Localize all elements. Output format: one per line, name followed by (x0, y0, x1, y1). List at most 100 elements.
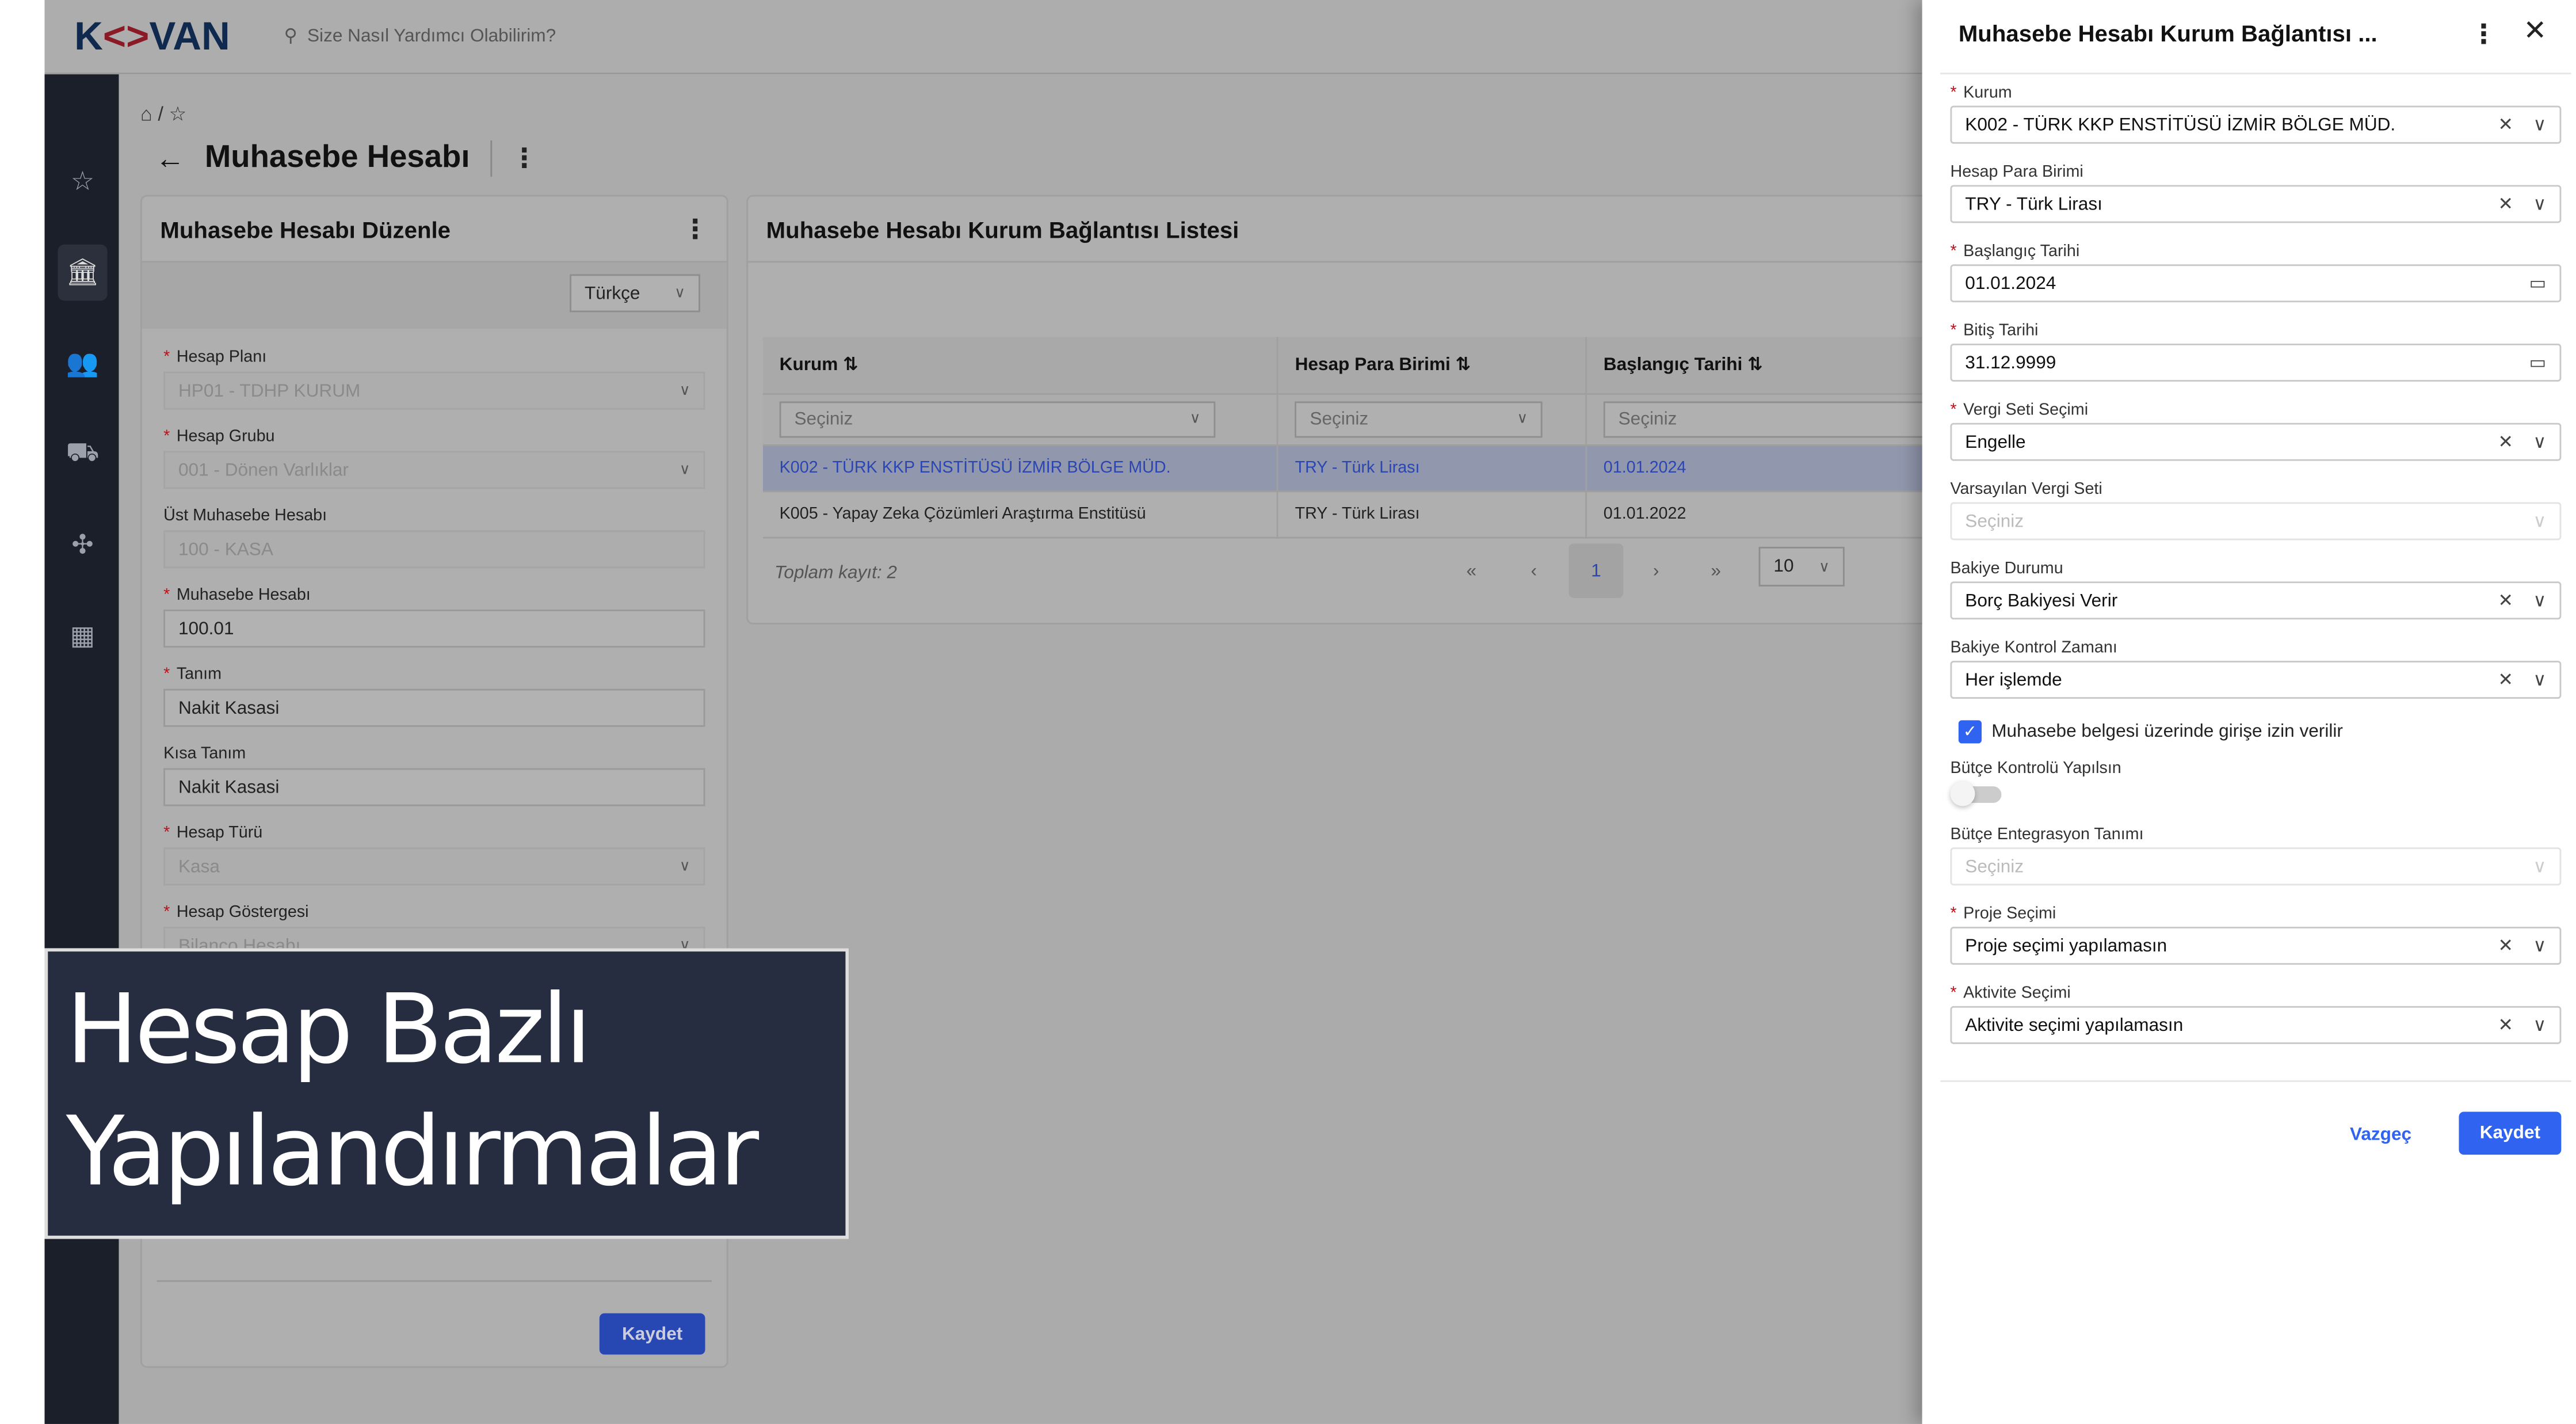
more-options-icon[interactable]: ⋮ (2471, 18, 2497, 51)
field-ust-muhasebe-hesab: Üst Muhasebe Hesabı 100 - KASA (163, 507, 705, 569)
truck-icon[interactable]: ⛟ (58, 426, 107, 482)
close-icon[interactable]: ✕ (2523, 15, 2547, 48)
field-label: Üst Muhasebe Hesabı (163, 507, 327, 526)
star-icon[interactable]: ☆ (169, 102, 187, 125)
cancel-button[interactable]: Vazgeç (2350, 1125, 2411, 1144)
table-row[interactable]: K002 - TÜRK KKP ENSTİTÜSÜ İZMİR BÖLGE MÜ… (762, 444, 1952, 492)
clear-icon[interactable]: ✕ (2498, 114, 2513, 135)
required-marker: * (1950, 242, 1957, 261)
save-button[interactable]: Kaydet (2459, 1111, 2562, 1155)
puzzle-icon[interactable]: ✣ (58, 517, 107, 573)
select-kurum[interactable]: K002 - TÜRK KKP ENSTİTÜSÜ İZMİR BÖLGE MÜ… (1950, 105, 2562, 144)
chevron-down-icon[interactable]: ∨ (2533, 431, 2546, 452)
input-ksa-tanm[interactable]: Nakit Kasasi (163, 768, 705, 806)
field-butce-entegrasyon-tanm: Bütçe Entegrasyon Tanımı Seçiniz ∨ (1950, 826, 2562, 886)
sort-icon[interactable]: ⇅ (1747, 356, 1762, 375)
select-bakiye-durumu[interactable]: Borç Bakiyesi Verir ✕ ∨ (1950, 581, 2562, 620)
clear-icon[interactable]: ✕ (2498, 669, 2513, 690)
allow-entry-checkbox[interactable]: ✓ Muhasebe belgesi üzerinde girişe izin … (1958, 720, 2343, 744)
select-hesap-para-birimi[interactable]: TRY - Türk Lirası ✕ ∨ (1950, 185, 2562, 223)
favorites-star-icon[interactable]: ☆ (58, 154, 107, 210)
first-page-icon[interactable]: « (1467, 562, 1477, 581)
cell-start-date[interactable]: 01.01.2022 (1586, 490, 1952, 538)
cell-kurum[interactable]: K002 - TÜRK KKP ENSTİTÜSÜ İZMİR BÖLGE MÜ… (762, 444, 1279, 492)
chevron-down-icon[interactable]: ∨ (2533, 114, 2546, 135)
home-icon[interactable]: ⌂ (140, 102, 152, 125)
select-butce-entegrasyon-tanm[interactable]: Seçiniz ∨ (1950, 847, 2562, 886)
required-marker: * (163, 824, 170, 843)
chevron-down-icon[interactable]: ∨ (2533, 935, 2546, 956)
select-aktivite-secimi[interactable]: Aktivite seçimi yapılamasın ✕ ∨ (1950, 1006, 2562, 1044)
back-arrow-icon[interactable]: ← (155, 141, 185, 176)
save-button[interactable]: Kaydet (599, 1313, 705, 1355)
clear-icon[interactable]: ✕ (2498, 431, 2513, 452)
clear-icon[interactable]: ✕ (2498, 590, 2513, 611)
sort-icon[interactable]: ⇅ (1456, 356, 1471, 375)
search-input[interactable]: Size Nasıl Yardımcı Olabilirim? (307, 25, 556, 45)
input-tanm[interactable]: Nakit Kasasi (163, 688, 705, 727)
chevron-down-icon: ∨ (1517, 409, 1528, 427)
start-date-filter[interactable]: Seçiniz (1603, 400, 1934, 437)
select-proje-secimi[interactable]: Proje seçimi yapılamasın ✕ ∨ (1950, 927, 2562, 965)
cell-currency[interactable]: TRY - Türk Lirası (1277, 444, 1587, 492)
column-header-kurum[interactable]: Kurum ⇅ (762, 337, 1279, 394)
calendar-icon[interactable]: ▭ (2529, 352, 2547, 373)
next-page-icon[interactable]: › (1653, 562, 1659, 581)
field-label: * Kurum (1950, 84, 2012, 102)
checkbox-label: Muhasebe belgesi üzerinde girişe izin ve… (1991, 722, 2343, 742)
kovan-logo[interactable]: K<>VAN (74, 15, 230, 61)
apps-grid-icon[interactable]: ▦ (58, 608, 107, 664)
clear-icon[interactable]: ✕ (2498, 193, 2513, 215)
more-options-icon[interactable]: ⋮ (682, 212, 708, 245)
kurum-filter-select[interactable]: Seçiniz ∨ (779, 400, 1216, 437)
column-header-currency[interactable]: Hesap Para Birimi ⇅ (1277, 337, 1587, 394)
chevron-down-icon[interactable]: ∨ (2533, 590, 2546, 611)
field-tanm: * Tanım Nakit Kasasi (163, 666, 705, 727)
chevron-down-icon[interactable]: ∨ (2533, 856, 2546, 877)
institution-link-table: Kurum ⇅ Hesap Para Birimi ⇅ Başlangıç Ta… (762, 337, 1952, 538)
cell-currency[interactable]: TRY - Türk Lirası (1277, 490, 1587, 538)
calendar-icon[interactable]: ▭ (2529, 273, 2547, 294)
cell-kurum[interactable]: K005 - Yapay Zeka Çözümleri Araştırma En… (762, 490, 1279, 538)
page-1-button[interactable]: 1 (1569, 543, 1624, 598)
prev-page-icon[interactable]: ‹ (1531, 562, 1537, 581)
field-label: Bütçe Entegrasyon Tanımı (1950, 826, 2144, 844)
budget-control-toggle[interactable] (1950, 781, 2003, 806)
users-icon[interactable]: 👥 (58, 336, 107, 392)
chevron-down-icon[interactable]: ∨ (2533, 1014, 2546, 1035)
page-size-select[interactable]: 10 ∨ (1758, 546, 1845, 587)
currency-filter-select[interactable]: Seçiniz ∨ (1295, 400, 1543, 437)
checkbox-checked-icon[interactable]: ✓ (1958, 720, 1982, 744)
select-vergi-seti-secimi[interactable]: Engelle ✕ ∨ (1950, 422, 2562, 461)
caption-overlay: Hesap Bazlı Yapılandırmalar (44, 948, 849, 1239)
chevron-down-icon[interactable]: ∨ (2533, 511, 2546, 532)
date-input-bitis-tarihi[interactable]: 31.12.9999 ▭ (1950, 343, 2562, 382)
search-box[interactable]: ⚲ Size Nasıl Yardımcı Olabilirim? (284, 25, 556, 46)
field-label: * Tanım (163, 665, 222, 684)
chevron-down-icon[interactable]: ∨ (2533, 193, 2546, 215)
language-select[interactable]: Türkçe ∨ (570, 274, 700, 313)
breadcrumb-separator: / (158, 102, 163, 126)
select-bakiye-kontrol-zaman[interactable]: Her işlemde ✕ ∨ (1950, 661, 2562, 699)
chevron-down-icon[interactable]: ∨ (2533, 669, 2546, 690)
clear-icon[interactable]: ✕ (2498, 935, 2513, 956)
last-page-icon[interactable]: » (1711, 562, 1721, 581)
table-row[interactable]: K005 - Yapay Zeka Çözümleri Araştırma En… (762, 490, 1952, 538)
institution-link-drawer: Muhasebe Hesabı Kurum Bağlantısı ... ⋮ ✕… (1922, 0, 2576, 1424)
select-varsaylan-vergi-seti[interactable]: Seçiniz ∨ (1950, 502, 2562, 540)
date-input-baslangc-tarihi[interactable]: 01.01.2024 ▭ (1950, 264, 2562, 303)
field-label: * Hesap Planı (163, 348, 267, 367)
column-header-start-date[interactable]: Başlangıç Tarihi ⇅ (1586, 337, 1952, 394)
sort-icon[interactable]: ⇅ (843, 356, 858, 375)
institution-bank-icon[interactable]: 🏛 (58, 244, 108, 301)
required-marker: * (1950, 984, 1957, 1003)
input-muhasebe-hesab[interactable]: 100.01 (163, 610, 705, 648)
more-options-icon[interactable]: ⋮ (511, 142, 537, 175)
language-row: Türkçe ∨ (142, 262, 727, 329)
clear-icon[interactable]: ✕ (2498, 1014, 2513, 1035)
required-marker: * (1950, 322, 1957, 341)
top-bar: K<>VAN ⚲ Size Nasıl Yardımcı Olabilirim? (44, 0, 1922, 75)
total-count: Toplam kayıt: 2 (774, 563, 897, 584)
cell-start-date[interactable]: 01.01.2024 (1586, 444, 1952, 492)
required-marker: * (1950, 84, 1957, 102)
